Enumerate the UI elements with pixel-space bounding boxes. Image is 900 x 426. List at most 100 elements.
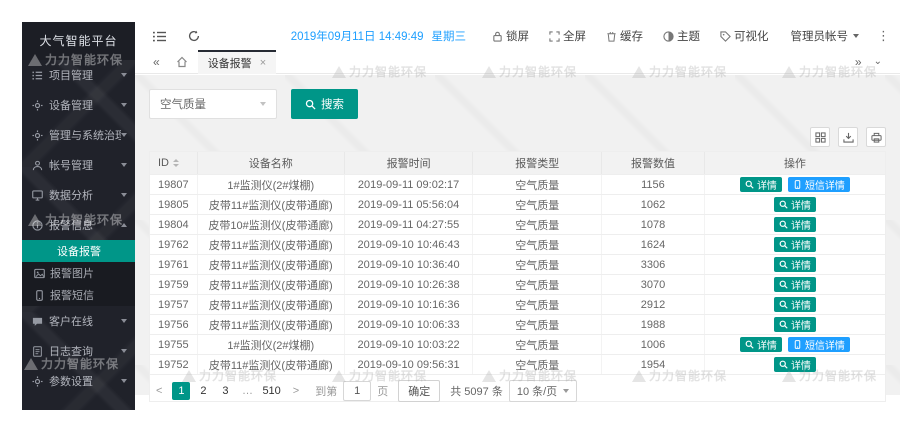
table-row: 19752皮带11#监测仪(皮带通廊)2019-09-10 09:56:31空气… (150, 354, 885, 374)
theme-button[interactable]: 主题 (663, 28, 700, 44)
detail-button[interactable]: 详情 (774, 277, 816, 292)
detail-button[interactable]: 详情 (740, 337, 782, 352)
cell-alarm-value: 1078 (602, 215, 705, 234)
sidebar-item-customer-online[interactable]: 客户在线 (22, 306, 135, 336)
chat-icon (32, 316, 43, 327)
cell-device-name: 1#监测仪(2#煤棚) (198, 175, 345, 194)
detail-button[interactable]: 详情 (774, 197, 816, 212)
cell-operation: 详情短信详情 (705, 335, 885, 354)
goto-confirm-button[interactable]: 确定 (398, 380, 440, 402)
next-page-button[interactable]: > (289, 385, 303, 397)
column-header-id[interactable]: ID (150, 152, 198, 174)
tabs-menu-button[interactable]: ⌄ (868, 56, 888, 67)
export-button[interactable] (838, 127, 858, 147)
datetime-label: 2019年09月11日 14:49:49 (291, 28, 424, 44)
page-size-select[interactable]: 10 条/页 (509, 380, 577, 402)
prev-page-button[interactable]: < (152, 385, 166, 397)
chevron-down-icon (260, 102, 266, 106)
sidebar-item-account-mgmt[interactable]: 帐号管理 (22, 150, 135, 180)
table-row: 19757皮带11#监测仪(皮带通廊)2019-09-10 10:16:36空气… (150, 294, 885, 314)
page-number-button[interactable]: 2 (194, 382, 212, 400)
list-icon (32, 70, 43, 81)
tabs-scroll-left-button[interactable]: « (147, 55, 166, 69)
cell-alarm-type: 空气质量 (473, 315, 602, 334)
sidebar-item-log-query[interactable]: 日志查询 (22, 336, 135, 366)
search-button[interactable]: 搜索 (291, 89, 358, 119)
sidebar-item-alarm-info[interactable]: 报警信息 (22, 210, 135, 240)
detail-button[interactable]: 详情 (774, 297, 816, 312)
chevron-down-icon (121, 349, 127, 353)
alarm-type-select[interactable]: 空气质量 (149, 89, 277, 119)
page-number-button[interactable]: 510 (260, 382, 282, 400)
sidebar-item-system-mgmt[interactable]: 管理与系统治理 (22, 120, 135, 150)
detail-button[interactable]: 详情 (740, 177, 782, 192)
visualization-button[interactable]: 可视化 (720, 28, 769, 44)
home-icon (176, 56, 188, 68)
sidebar-item-data-analysis[interactable]: 数据分析 (22, 180, 135, 210)
columns-filter-button[interactable] (810, 127, 830, 147)
home-tab-button[interactable] (176, 56, 188, 68)
fullscreen-button[interactable]: 全屏 (549, 28, 586, 44)
chevron-down-icon (121, 379, 127, 383)
sidebar-item-project[interactable]: 项目管理 (22, 60, 135, 90)
goto-page-input[interactable] (343, 381, 371, 401)
cache-button[interactable]: 缓存 (606, 28, 643, 44)
sms-detail-button[interactable]: 短信详情 (788, 337, 850, 352)
cell-device-name: 皮带11#监测仪(皮带通廊) (198, 195, 345, 214)
sidebar-item-device-mgmt[interactable]: 设备管理 (22, 90, 135, 120)
cell-id: 19755 (150, 335, 198, 354)
account-menu[interactable]: 管理员帐号 (791, 28, 860, 44)
cell-alarm-type: 空气质量 (473, 275, 602, 294)
chevron-down-icon (121, 133, 127, 137)
column-label: 报警时间 (387, 155, 431, 171)
cell-alarm-type: 空气质量 (473, 255, 602, 274)
sidebar-subitem-alarm-sms[interactable]: 报警短信 (22, 284, 135, 306)
page-number-button[interactable]: 3 (216, 382, 234, 400)
cell-alarm-time: 2019-09-11 05:56:04 (345, 195, 474, 214)
chevron-up-icon (121, 223, 127, 227)
refresh-button[interactable] (188, 30, 200, 42)
column-label: 报警数值 (631, 155, 675, 171)
cell-operation: 详情 (705, 355, 885, 374)
tab-device-alarm[interactable]: 设备报警 × (198, 50, 276, 74)
column-label: 设备名称 (249, 155, 293, 171)
table-row: 197551#监测仪(2#煤棚)2019-09-10 10:03:22空气质量1… (150, 334, 885, 354)
sidebar-subitem-device-alarm[interactable]: 设备报警 (22, 240, 135, 262)
chevron-down-icon (121, 73, 127, 77)
detail-button[interactable]: 详情 (774, 237, 816, 252)
fullscreen-icon (549, 31, 560, 42)
sms-detail-button[interactable]: 短信详情 (788, 177, 850, 192)
sidebar-item-settings[interactable]: 参数设置 (22, 366, 135, 396)
topbar: 2019年09月11日 14:49:49 星期三 锁屏 全屏 缓存 主题 可视化 (135, 22, 900, 50)
search-icon (779, 200, 788, 209)
search-icon (745, 340, 754, 349)
search-icon (305, 99, 316, 110)
menu-toggle-button[interactable] (153, 31, 166, 42)
lock-screen-button[interactable]: 锁屏 (492, 28, 529, 44)
sidebar-item-label: 帐号管理 (49, 157, 121, 173)
trash-icon (606, 31, 617, 42)
print-icon (871, 132, 882, 143)
cell-alarm-value: 1062 (602, 195, 705, 214)
cell-operation: 详情 (705, 215, 885, 234)
cell-alarm-time: 2019-09-10 10:26:38 (345, 275, 474, 294)
page-number-button[interactable]: 1 (172, 382, 190, 400)
more-menu-button[interactable]: ⋮ (877, 28, 890, 44)
cell-alarm-value: 2912 (602, 295, 705, 314)
detail-button[interactable]: 详情 (774, 257, 816, 272)
detail-button[interactable]: 详情 (774, 357, 816, 372)
detail-button[interactable]: 详情 (774, 217, 816, 232)
tabs-scroll-right-button[interactable]: » (849, 55, 868, 69)
sidebar-subitem-alarm-images[interactable]: 报警图片 (22, 262, 135, 284)
cell-alarm-type: 空气质量 (473, 195, 602, 214)
print-button[interactable] (866, 127, 886, 147)
search-icon (745, 180, 754, 189)
file-icon (32, 346, 43, 357)
close-icon[interactable]: × (260, 57, 266, 69)
sort-icon[interactable] (173, 159, 179, 167)
tabbar: « 设备报警 × » ⌄ (135, 50, 900, 74)
cell-id: 19804 (150, 215, 198, 234)
table-body: 198071#监测仪(2#煤棚)2019-09-11 09:02:17空气质量1… (150, 174, 885, 374)
detail-button[interactable]: 详情 (774, 317, 816, 332)
page-numbers: 123…510 (172, 382, 282, 400)
